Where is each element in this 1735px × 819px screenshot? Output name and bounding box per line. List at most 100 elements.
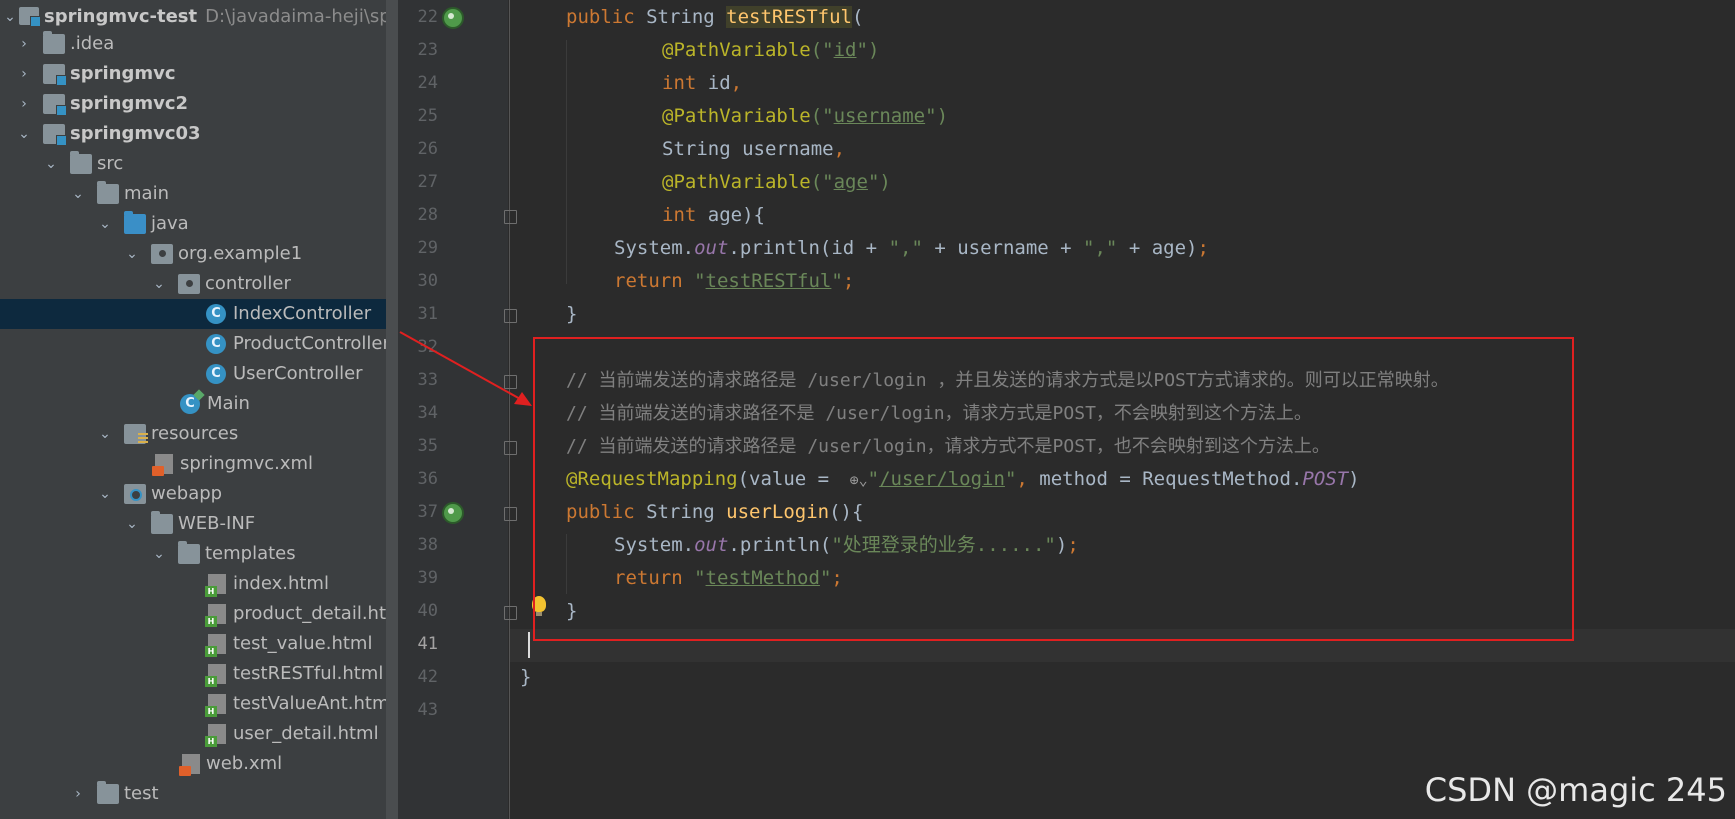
code-line-42: } — [520, 666, 532, 688]
fold-marker-icon[interactable] — [504, 210, 517, 224]
tree-item-label: templates — [205, 543, 296, 564]
folder-icon — [70, 151, 92, 174]
chevron-down-icon[interactable]: ⌄ — [97, 479, 113, 509]
line-number: 34 — [417, 403, 438, 423]
line-number: 31 — [417, 304, 438, 324]
tree-item-user-detail-html[interactable]: user_detail.html — [0, 719, 398, 749]
line-number: 24 — [417, 73, 438, 93]
folder-icon — [151, 511, 173, 534]
line-number: 23 — [417, 40, 438, 60]
tree-scrollbar[interactable] — [386, 0, 398, 819]
chevron-down-icon[interactable]: ⌄ — [16, 119, 32, 149]
tree-item-productcontroller[interactable]: C ProductController — [0, 329, 398, 359]
tree-item-test[interactable]: › test — [0, 779, 398, 809]
tree-item-web-inf[interactable]: ⌄ WEB-INF — [0, 509, 398, 539]
tree-item-label: .idea — [70, 33, 115, 54]
tree-item-resources[interactable]: ⌄ resources — [0, 419, 398, 449]
tree-item-testrestful-html[interactable]: testRESTful.html — [0, 659, 398, 689]
code-line-28: int age){ — [662, 204, 765, 226]
tree-item-label: test — [124, 783, 159, 804]
line-number: 39 — [417, 568, 438, 588]
html-file-icon — [205, 724, 226, 747]
web-endpoint-gutter-icon[interactable] — [442, 502, 464, 524]
tree-item-label: Main — [207, 393, 250, 414]
chevron-down-icon[interactable]: ⌄ — [151, 269, 167, 299]
chevron-down-icon[interactable]: ⌄ — [124, 509, 140, 539]
fold-marker-icon[interactable] — [504, 507, 517, 521]
line-number: 30 — [417, 271, 438, 291]
tree-item-main-class[interactable]: C Main — [0, 389, 398, 419]
tree-item-src[interactable]: ⌄ src — [0, 149, 398, 179]
tree-item-label: index.html — [233, 573, 329, 594]
tree-item-index-html[interactable]: index.html — [0, 569, 398, 599]
project-path: D:\javadaima-heji\spring — [205, 6, 398, 27]
web-endpoint-gutter-icon[interactable] — [442, 7, 464, 29]
chevron-right-icon[interactable]: › — [16, 59, 32, 89]
tree-item-springmvc-xml[interactable]: springmvc.xml — [0, 449, 398, 479]
tree-item-org-example1[interactable]: ⌄ org.example1 — [0, 239, 398, 269]
resources-folder-icon — [124, 424, 148, 445]
tree-item-springmvc-test[interactable]: ⌄ springmvc-test D:\javadaima-heji\spring — [0, 2, 398, 32]
chevron-right-icon[interactable]: › — [16, 89, 32, 119]
line-number: 43 — [417, 700, 438, 720]
source-folder-icon — [124, 211, 146, 234]
chevron-down-icon[interactable]: ⌄ — [70, 179, 86, 209]
code-line-29: System.out.println(id + "," + username +… — [614, 237, 1209, 259]
line-number: 42 — [417, 667, 438, 687]
chevron-down-icon[interactable]: ⌄ — [2, 2, 18, 32]
code-line-25: @PathVariable("username") — [662, 105, 949, 127]
chevron-down-icon[interactable]: ⌄ — [151, 539, 167, 569]
html-file-icon — [205, 574, 226, 597]
tree-item-springmvc[interactable]: › springmvc — [0, 59, 398, 89]
tree-item-label: IndexController — [233, 303, 372, 324]
class-icon: C — [206, 334, 226, 354]
code-line-26: String username, — [662, 138, 846, 160]
fold-marker-icon[interactable] — [504, 441, 517, 455]
package-icon — [178, 274, 200, 294]
tree-item-test-value-html[interactable]: test_value.html — [0, 629, 398, 659]
tree-item-webapp[interactable]: ⌄ webapp — [0, 479, 398, 509]
tree-item-controller[interactable]: ⌄ controller — [0, 269, 398, 299]
tree-item-templates[interactable]: ⌄ templates — [0, 539, 398, 569]
tree-item-springmvc2[interactable]: › springmvc2 — [0, 89, 398, 119]
tree-item-label: springmvc-test — [44, 6, 198, 27]
tree-item-label: src — [97, 153, 124, 174]
tree-item-product-detail-html[interactable]: product_detail.html — [0, 599, 398, 629]
chevron-down-icon[interactable]: ⌄ — [97, 209, 113, 239]
tree-item-web-xml[interactable]: web.xml — [0, 749, 398, 779]
tree-item-testvalueant-html[interactable]: testValueAnt.html — [0, 689, 398, 719]
web-folder-icon — [124, 484, 146, 504]
package-icon — [151, 244, 173, 264]
line-number: 37 — [417, 502, 438, 522]
fold-marker-icon[interactable] — [504, 606, 517, 620]
xml-file-icon — [152, 454, 173, 476]
chevron-down-icon[interactable]: ⌄ — [97, 419, 113, 449]
chevron-down-icon[interactable]: ⌄ — [43, 149, 59, 179]
chevron-down-icon[interactable]: ⌄ — [124, 239, 140, 269]
class-icon: C — [206, 364, 226, 384]
tree-item-label: test_value.html — [233, 633, 373, 654]
text-caret — [528, 632, 530, 658]
line-number: 22 — [417, 7, 438, 27]
tree-item-usercontroller[interactable]: C UserController — [0, 359, 398, 389]
tree-item-label: testValueAnt.html — [233, 693, 395, 714]
tree-item-java[interactable]: ⌄ java — [0, 209, 398, 239]
code-line-31: } — [566, 303, 578, 325]
line-number: 33 — [417, 370, 438, 390]
tree-item-idea[interactable]: › .idea — [0, 29, 398, 59]
chevron-right-icon[interactable]: › — [16, 29, 32, 59]
code-line-30: return "testRESTful"; — [614, 270, 855, 292]
fold-marker-icon[interactable] — [504, 309, 517, 323]
tree-item-label: springmvc03 — [70, 123, 201, 144]
html-file-icon — [205, 604, 226, 627]
tree-item-springmvc03[interactable]: ⌄ springmvc03 — [0, 119, 398, 149]
tree-item-indexcontroller[interactable]: C IndexController — [0, 299, 398, 329]
tree-item-label: product_detail.html — [233, 603, 398, 624]
tree-item-main[interactable]: ⌄ main — [0, 179, 398, 209]
chevron-right-icon[interactable]: › — [70, 779, 86, 809]
tree-item-label: springmvc — [70, 63, 176, 84]
module-icon — [43, 124, 67, 146]
folder-icon — [43, 31, 65, 54]
fold-marker-icon[interactable] — [504, 375, 517, 389]
main-class-icon: C — [180, 394, 200, 414]
